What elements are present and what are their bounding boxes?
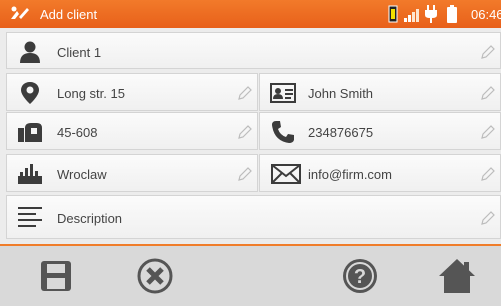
city-value: Wroclaw: [57, 167, 107, 182]
signal-icon: [404, 9, 419, 22]
description-value: Description: [57, 211, 123, 226]
edit-pencil-icon[interactable]: [237, 124, 253, 140]
edit-pencil-icon[interactable]: [237, 85, 253, 101]
description-field[interactable]: Description: [6, 195, 501, 239]
edit-pencil-icon[interactable]: [480, 166, 496, 182]
contact-card-icon: [270, 83, 296, 103]
contact-value: John Smith: [308, 86, 374, 101]
clock: 06:46: [471, 7, 501, 22]
edit-pencil-icon[interactable]: [480, 210, 496, 226]
address-field[interactable]: Long str. 15: [6, 73, 258, 111]
battery-level-icon: [388, 5, 398, 23]
save-icon[interactable]: [36, 256, 76, 296]
mailbox-icon: [18, 123, 42, 142]
envelope-icon: [271, 164, 301, 184]
text-lines-icon: [18, 207, 42, 227]
logo-icon: [11, 6, 29, 19]
location-pin-icon: [21, 82, 39, 104]
help-icon[interactable]: ?: [340, 256, 380, 296]
edit-pencil-icon[interactable]: [480, 85, 496, 101]
edit-pencil-icon[interactable]: [237, 166, 253, 182]
title-bar: Add client 06:46: [0, 0, 501, 28]
postal-code-field[interactable]: 45-608: [6, 112, 258, 150]
postal-code-value: 45-608: [57, 125, 98, 140]
client-name-field[interactable]: Client 1: [6, 32, 501, 69]
edit-pencil-icon[interactable]: [480, 44, 496, 60]
battery-icon: [447, 5, 457, 23]
svg-text:?: ?: [354, 266, 366, 288]
page-title: Add client: [40, 7, 98, 22]
edit-pencil-icon[interactable]: [480, 124, 496, 140]
city-field[interactable]: Wroclaw: [6, 154, 258, 192]
phone-icon: [272, 121, 294, 143]
bottom-toolbar: ?: [0, 244, 501, 306]
email-field[interactable]: info@firm.com: [259, 154, 501, 192]
address-value: Long str. 15: [57, 86, 125, 101]
factory-icon: [18, 164, 42, 184]
contact-field[interactable]: John Smith: [259, 73, 501, 111]
email-value: info@firm.com: [308, 167, 392, 182]
client-name-value: Client 1: [57, 45, 102, 60]
cancel-icon[interactable]: [135, 256, 175, 296]
phone-value: 234876675: [308, 125, 374, 140]
phone-field[interactable]: 234876675: [259, 112, 501, 150]
person-icon: [20, 41, 40, 63]
home-icon[interactable]: [437, 256, 477, 296]
plug-icon: [425, 5, 437, 23]
